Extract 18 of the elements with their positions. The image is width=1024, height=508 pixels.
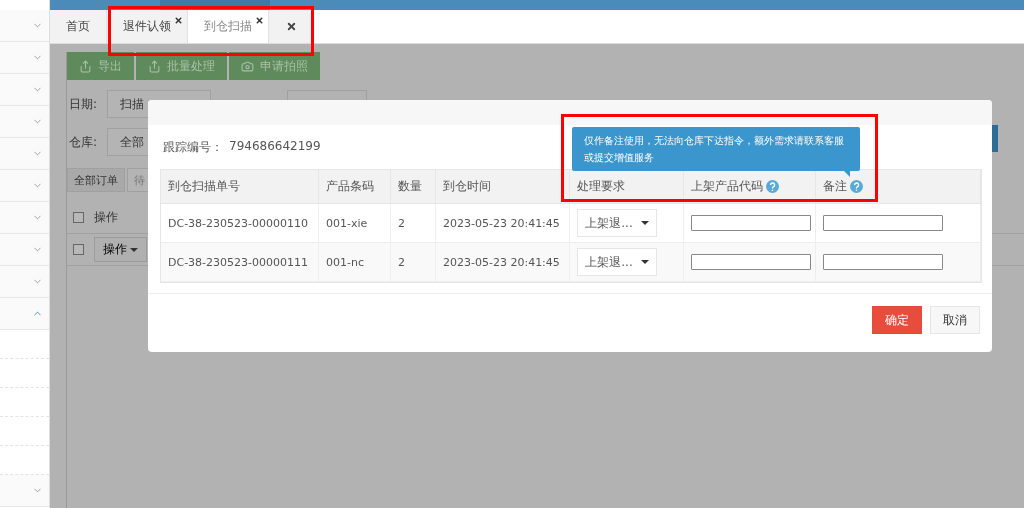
table-cell: 001-nc bbox=[319, 243, 391, 282]
table-cell: 2023-05-23 20:41:45 bbox=[436, 204, 570, 243]
table-cell: DC-38-230523-00000110 bbox=[161, 204, 319, 243]
column-header: 数量 bbox=[391, 170, 436, 204]
column-header: 到仓时间 bbox=[436, 170, 570, 204]
tracking-number: 794686642199 bbox=[229, 139, 321, 155]
column-header: 到仓扫描单号 bbox=[161, 170, 319, 204]
column-header: 产品条码 bbox=[319, 170, 391, 204]
column-header: 操作 bbox=[94, 209, 118, 226]
column-header: 备注 bbox=[816, 170, 981, 204]
table-cell: 2 bbox=[391, 204, 436, 243]
table-cell: 2023-05-23 20:41:45 bbox=[436, 243, 570, 282]
table-cell: DC-38-230523-00000111 bbox=[161, 243, 319, 282]
table-cell: 2 bbox=[391, 243, 436, 282]
field-label: 日期: bbox=[69, 95, 98, 113]
tracking-label: 跟踪编号： bbox=[163, 139, 223, 156]
table-cell: 001-xie bbox=[319, 204, 391, 243]
field-label: 仓库: bbox=[69, 133, 98, 151]
